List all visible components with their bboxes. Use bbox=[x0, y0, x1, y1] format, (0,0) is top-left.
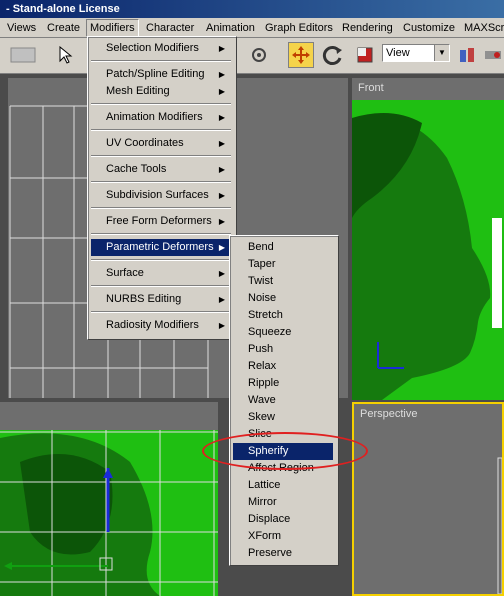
highlight-ellipse-annotation bbox=[202, 432, 368, 470]
submenu-arrow-icon: ▶ bbox=[218, 87, 225, 96]
menu-item-label: Radiosity Modifiers bbox=[106, 319, 199, 331]
submenu-arrow-icon: ▶ bbox=[218, 70, 225, 79]
submenu-arrow-icon: ▶ bbox=[218, 217, 225, 226]
submenu-item-noise[interactable]: Noise bbox=[233, 290, 333, 307]
menu-separator bbox=[91, 181, 231, 183]
submenu-arrow-icon: ▶ bbox=[218, 139, 225, 148]
viewport-front[interactable]: Front bbox=[352, 78, 504, 400]
menu-item-label: NURBS Editing bbox=[106, 293, 182, 305]
menu-item-label: Patch/Spline Editing bbox=[106, 68, 205, 80]
submenu-arrow-icon: ▶ bbox=[218, 269, 225, 278]
select-manipulate-icon[interactable] bbox=[480, 42, 504, 68]
menu-separator bbox=[91, 259, 231, 261]
undo-icon[interactable] bbox=[4, 42, 44, 68]
submenu-arrow-icon: ▶ bbox=[218, 321, 225, 330]
head-profile-image bbox=[352, 113, 502, 400]
menu-separator bbox=[91, 129, 231, 131]
submenu-item-xform[interactable]: XForm bbox=[233, 528, 333, 545]
menu-views[interactable]: Views bbox=[4, 20, 39, 36]
menu-item-label: Surface bbox=[106, 267, 144, 279]
menu-item-subdivision-surfaces[interactable]: Subdivision Surfaces ▶ bbox=[91, 187, 231, 204]
submenu-arrow-icon: ▶ bbox=[218, 191, 225, 200]
submenu-item-ripple[interactable]: Ripple bbox=[233, 375, 333, 392]
viewport-left[interactable] bbox=[0, 402, 218, 596]
menu-rendering[interactable]: Rendering bbox=[339, 20, 396, 36]
menu-item-mesh-editing[interactable]: Mesh Editing ▶ bbox=[91, 83, 231, 100]
submenu-item-stretch[interactable]: Stretch bbox=[233, 307, 333, 324]
chevron-down-icon: ▼ bbox=[434, 45, 449, 61]
submenu-arrow-icon: ▶ bbox=[218, 44, 225, 53]
menu-item-patch-spline-editing[interactable]: Patch/Spline Editing ▶ bbox=[91, 66, 231, 83]
submenu-arrow-icon: ▶ bbox=[218, 295, 225, 304]
reference-coordinate-value: View bbox=[386, 47, 410, 59]
menu-separator bbox=[91, 60, 231, 62]
menu-customize[interactable]: Customize bbox=[400, 20, 458, 36]
menu-maxscript[interactable]: MAXScrip bbox=[461, 20, 504, 36]
menu-item-selection-modifiers[interactable]: Selection Modifiers ▶ bbox=[91, 40, 231, 57]
menu-separator bbox=[91, 311, 231, 313]
menu-item-label: Animation Modifiers bbox=[106, 111, 203, 123]
submenu-item-relax[interactable]: Relax bbox=[233, 358, 333, 375]
pivot-center-icon[interactable] bbox=[454, 42, 480, 68]
window-title: - Stand-alone License bbox=[0, 0, 504, 18]
parametric-deformers-submenu: Bend Taper Twist Noise Stretch Squeeze P… bbox=[229, 235, 339, 566]
menu-character[interactable]: Character bbox=[143, 20, 197, 36]
menu-separator bbox=[91, 207, 231, 209]
menu-item-animation-modifiers[interactable]: Animation Modifiers ▶ bbox=[91, 109, 231, 126]
menu-animation[interactable]: Animation bbox=[203, 20, 258, 36]
submenu-arrow-icon: ▶ bbox=[218, 243, 225, 252]
select-move-icon[interactable] bbox=[288, 42, 314, 68]
submenu-item-squeeze[interactable]: Squeeze bbox=[233, 324, 333, 341]
submenu-arrow-icon: ▶ bbox=[218, 165, 225, 174]
submenu-item-displace[interactable]: Displace bbox=[233, 511, 333, 528]
viewport-label-front: Front bbox=[358, 82, 384, 94]
menu-item-uv-coordinates[interactable]: UV Coordinates ▶ bbox=[91, 135, 231, 152]
menu-item-label: Free Form Deformers bbox=[106, 215, 212, 227]
menu-create[interactable]: Create bbox=[44, 20, 83, 36]
menu-item-parametric-deformers[interactable]: Parametric Deformers ▶ bbox=[91, 239, 231, 256]
menu-item-label: Parametric Deformers bbox=[106, 241, 214, 253]
select-rotate-icon[interactable] bbox=[246, 42, 272, 68]
modifiers-menu: Selection Modifiers ▶ Patch/Spline Editin… bbox=[87, 36, 237, 340]
submenu-item-push[interactable]: Push bbox=[233, 341, 333, 358]
menu-modifiers[interactable]: Modifiers bbox=[86, 19, 139, 37]
submenu-item-preserve[interactable]: Preserve bbox=[233, 545, 333, 562]
rotate-icon[interactable] bbox=[320, 42, 346, 68]
menu-item-radiosity-modifiers[interactable]: Radiosity Modifiers ▶ bbox=[91, 317, 231, 334]
menu-item-nurbs-editing[interactable]: NURBS Editing ▶ bbox=[91, 291, 231, 308]
menu-separator bbox=[91, 285, 231, 287]
submenu-item-wave[interactable]: Wave bbox=[233, 392, 333, 409]
menu-item-label: UV Coordinates bbox=[106, 137, 184, 149]
menu-separator bbox=[91, 233, 231, 235]
reference-coordinate-select[interactable]: View ▼ bbox=[382, 44, 450, 62]
menu-graph-editors[interactable]: Graph Editors bbox=[262, 20, 336, 36]
menu-item-free-form-deformers[interactable]: Free Form Deformers ▶ bbox=[91, 213, 231, 230]
menu-item-label: Cache Tools bbox=[106, 163, 167, 175]
menu-item-label: Mesh Editing bbox=[106, 85, 170, 97]
submenu-item-mirror[interactable]: Mirror bbox=[233, 494, 333, 511]
scale-icon[interactable] bbox=[352, 42, 378, 68]
submenu-item-bend[interactable]: Bend bbox=[233, 239, 333, 256]
submenu-item-lattice[interactable]: Lattice bbox=[233, 477, 333, 494]
menu-item-cache-tools[interactable]: Cache Tools ▶ bbox=[91, 161, 231, 178]
viewport-label-perspective: Perspective bbox=[360, 408, 418, 420]
submenu-item-twist[interactable]: Twist bbox=[233, 273, 333, 290]
head-back-image bbox=[0, 430, 218, 596]
main-toolbar: View ▼ bbox=[0, 38, 504, 74]
select-arrow-icon[interactable] bbox=[52, 42, 78, 68]
menu-bar: Views Create Modifiers Character Animati… bbox=[0, 18, 504, 38]
menu-item-label: Selection Modifiers bbox=[106, 42, 199, 54]
submenu-item-skew[interactable]: Skew bbox=[233, 409, 333, 426]
menu-item-surface[interactable]: Surface ▶ bbox=[91, 265, 231, 282]
viewport-perspective[interactable]: Perspective bbox=[352, 402, 504, 596]
menu-separator bbox=[91, 103, 231, 105]
submenu-item-taper[interactable]: Taper bbox=[233, 256, 333, 273]
menu-separator bbox=[91, 155, 231, 157]
menu-item-label: Subdivision Surfaces bbox=[106, 189, 209, 201]
submenu-arrow-icon: ▶ bbox=[218, 113, 225, 122]
